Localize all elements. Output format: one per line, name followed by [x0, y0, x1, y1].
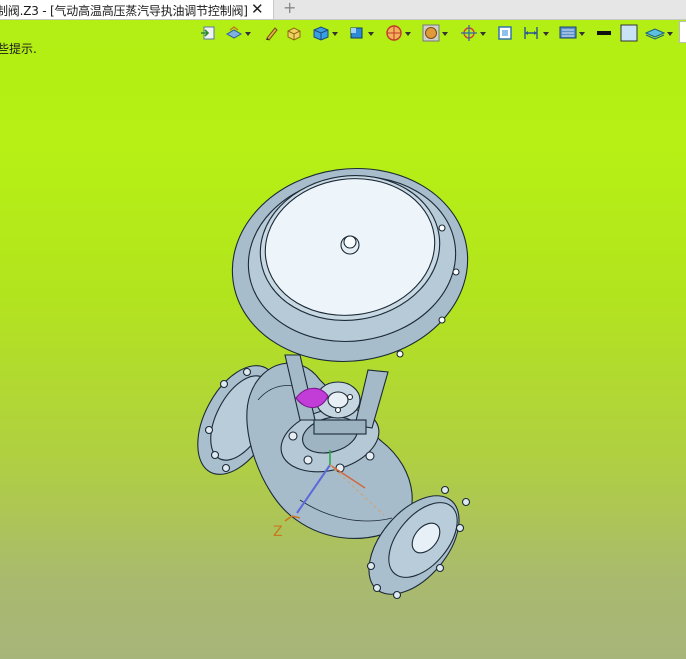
z-axis-label: Z: [273, 524, 283, 540]
diaphragm-actuator: [231, 167, 469, 363]
model-viewport[interactable]: Z: [0, 0, 686, 659]
control-valve-model[interactable]: [181, 154, 480, 611]
